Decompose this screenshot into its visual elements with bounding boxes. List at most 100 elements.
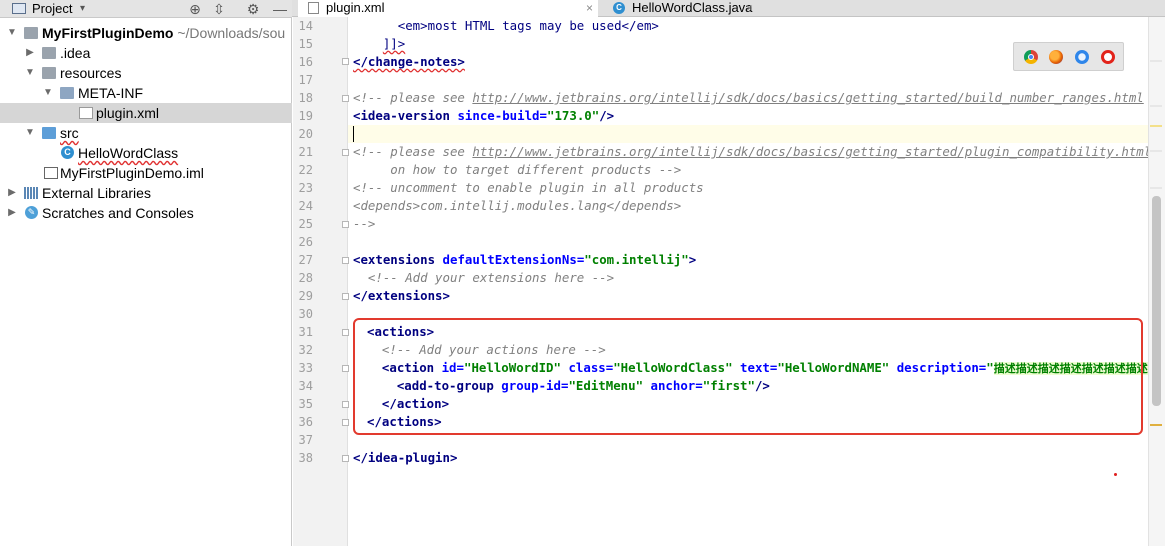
code-line-23: <!-- uncomment to enable plugin in all p…: [353, 180, 704, 195]
line-number: 18: [298, 91, 313, 105]
line-number: 29: [298, 289, 313, 303]
line-number: 21: [298, 145, 313, 159]
tree-item-project-root[interactable]: ▼ MyFirstPluginDemo ~/Downloads/sou: [0, 23, 292, 43]
tree-item-label: MyFirstPluginDemo.iml: [60, 165, 204, 181]
stripe-marker[interactable]: [1150, 60, 1162, 62]
tree-item-label: MyFirstPluginDemo: [42, 25, 174, 41]
tree-item-plugin-xml[interactable]: plugin.xml: [0, 103, 292, 123]
line-number: 34: [298, 379, 313, 393]
line-number: 22: [298, 163, 313, 177]
line-number: 28: [298, 271, 313, 285]
safari-icon[interactable]: [1075, 50, 1089, 64]
open-in-browser-popup: [1013, 42, 1124, 71]
tree-item-meta-inf[interactable]: ▼ META-INF: [0, 83, 292, 103]
chevron-right-icon[interactable]: ▶: [6, 183, 18, 203]
tree-item-scratches[interactable]: ▶ ✎ Scratches and Consoles: [0, 203, 292, 223]
tab-label: HelloWordClass.java: [632, 0, 753, 15]
line-number: 31: [298, 325, 313, 339]
stripe-marker[interactable]: [1150, 150, 1162, 152]
project-view-title[interactable]: Project: [32, 1, 72, 16]
opera-icon[interactable]: [1101, 50, 1115, 64]
collapse-all-icon[interactable]: ⇳: [210, 0, 228, 18]
fold-marker[interactable]: [342, 293, 349, 300]
stripe-marker[interactable]: [1150, 424, 1162, 426]
code-line-29: </extensions>: [353, 288, 450, 303]
chevron-down-icon[interactable]: ▼: [24, 63, 36, 83]
line-number: 32: [298, 343, 313, 357]
tree-item-label: Scratches and Consoles: [42, 205, 194, 221]
scratches-icon: ✎: [25, 206, 38, 219]
fold-marker[interactable]: [342, 257, 349, 264]
line-number: 17: [298, 73, 313, 87]
tree-item-label: plugin.xml: [96, 105, 160, 121]
tree-item-src[interactable]: ▼ src: [0, 123, 292, 143]
chevron-down-icon[interactable]: ▾: [80, 3, 85, 14]
chevron-right-icon[interactable]: ▶: [24, 43, 36, 63]
project-view-icon: [12, 3, 26, 14]
chevron-right-icon[interactable]: ▶: [6, 203, 18, 223]
error-indicator: [1114, 473, 1117, 476]
line-number: 16: [298, 55, 313, 69]
tree-item-iml[interactable]: MyFirstPluginDemo.iml: [0, 163, 292, 183]
line-number: 35: [298, 397, 313, 411]
close-icon[interactable]: ×: [586, 0, 593, 16]
code-line-15: ]]>: [382, 36, 406, 51]
stripe-marker[interactable]: [1150, 105, 1162, 107]
tree-item-label: META-INF: [78, 85, 144, 101]
tree-item-helloword-class[interactable]: C HelloWordClass: [0, 143, 292, 163]
code-line-18: <!-- please see http://www.jetbrains.org…: [353, 90, 1165, 105]
code-line-16: </change-notes>: [353, 54, 465, 69]
project-panel-header: Project ▾ ⊕ ⇳ ⚙ —: [0, 0, 292, 18]
fold-marker[interactable]: [342, 365, 349, 372]
line-number: 19: [298, 109, 313, 123]
xml-file-icon: [308, 2, 319, 14]
code-line-28: <!-- Add your extensions here -->: [353, 270, 615, 285]
line-number: 36: [298, 415, 313, 429]
xml-file-icon: [79, 107, 93, 119]
fold-marker[interactable]: [342, 455, 349, 462]
tree-item-resources[interactable]: ▼ resources: [0, 63, 292, 83]
code-line-19: <idea-version since-build="173.0"/>: [353, 108, 615, 123]
editor-tab-bar: plugin.xml (com.your.company.unique.plug…: [292, 0, 1165, 31]
vertical-scrollbar-thumb[interactable]: [1152, 196, 1161, 406]
stripe-marker[interactable]: [1150, 125, 1162, 127]
gear-icon[interactable]: ⚙: [244, 0, 262, 18]
folder-icon: [42, 47, 56, 59]
locate-icon[interactable]: ⊕: [186, 0, 204, 18]
folder-icon: [60, 87, 74, 99]
hide-panel-icon[interactable]: —: [271, 0, 289, 18]
resources-folder-icon: [42, 67, 56, 79]
line-number: 23: [298, 181, 313, 195]
fold-marker[interactable]: [342, 419, 349, 426]
module-icon: [24, 27, 38, 39]
stripe-marker[interactable]: [1150, 187, 1162, 189]
firefox-icon[interactable]: [1049, 50, 1063, 64]
line-number: 20: [298, 127, 313, 141]
fold-marker[interactable]: [342, 401, 349, 408]
library-icon: [24, 187, 38, 199]
tree-item-label: resources: [60, 65, 122, 81]
chevron-down-icon[interactable]: ▼: [42, 83, 54, 103]
close-icon[interactable]: ×: [746, 0, 753, 16]
tab-plugin-xml[interactable]: plugin.xml (com.your.company.unique.plug…: [298, 0, 598, 31]
code-line-27: <extensions defaultExtensionNs="com.inte…: [353, 252, 697, 267]
tab-helloword-class[interactable]: C HelloWordClass.java ×: [604, 0, 764, 17]
chrome-icon[interactable]: [1024, 50, 1038, 64]
line-number: 30: [298, 307, 313, 321]
fold-marker[interactable]: [342, 329, 349, 336]
chevron-down-icon[interactable]: ▼: [24, 123, 36, 143]
fold-marker[interactable]: [342, 221, 349, 228]
fold-marker[interactable]: [342, 149, 349, 156]
line-number: 33: [298, 361, 313, 375]
fold-marker[interactable]: [342, 95, 349, 102]
chevron-down-icon[interactable]: ▼: [6, 23, 18, 43]
tree-item-idea[interactable]: ▶ .idea: [0, 43, 292, 63]
module-file-icon: [44, 167, 58, 179]
code-line-25: -->: [353, 216, 376, 231]
line-number: 38: [298, 451, 313, 465]
fold-marker[interactable]: [342, 58, 349, 65]
text-caret: [353, 126, 354, 142]
tree-item-external-libraries[interactable]: ▶ External Libraries: [0, 183, 292, 203]
tree-item-label: .idea: [60, 45, 91, 61]
project-panel: Project ▾ ⊕ ⇳ ⚙ — ▼ MyFirstPluginDemo ~/…: [0, 0, 292, 546]
